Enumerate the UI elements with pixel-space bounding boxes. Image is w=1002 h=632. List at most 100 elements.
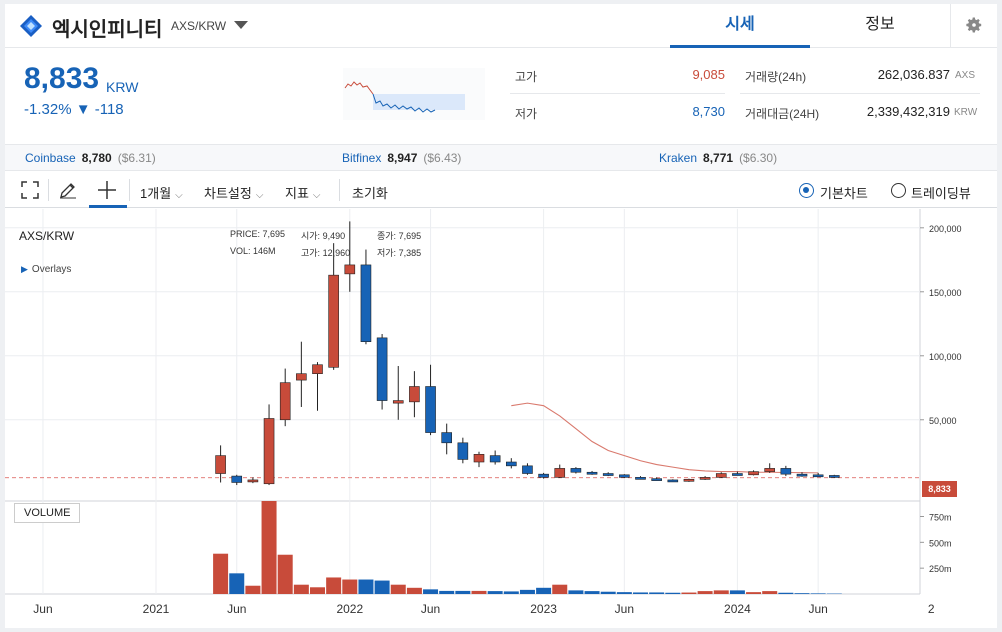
candle-body bbox=[231, 475, 243, 483]
chart-toolbar: 1개월 ⌵ 차트설정 ⌵ 지표 ⌵ 초기화 기본차트 트레이딩뷰 bbox=[5, 170, 997, 208]
x-tick-label: Jun bbox=[421, 602, 440, 616]
settings-button[interactable] bbox=[950, 4, 997, 48]
candle-body bbox=[586, 471, 598, 475]
x-tick-label: Jun bbox=[227, 602, 246, 616]
reset-button[interactable]: 초기화 bbox=[352, 183, 388, 202]
exchange-coinbase[interactable]: Coinbase 8,780 ($6.31) bbox=[25, 151, 156, 165]
price-change: -1.32% ▼ -118 bbox=[24, 101, 124, 118]
tradingview-label[interactable]: 트레이딩뷰 bbox=[911, 183, 971, 202]
volume-bar bbox=[778, 592, 794, 594]
exchange-name: Coinbase bbox=[25, 151, 76, 165]
volume-bar bbox=[229, 573, 245, 594]
moving-average-line bbox=[511, 402, 819, 474]
candle-body bbox=[344, 264, 356, 275]
candle-body bbox=[619, 474, 630, 478]
ohlc-close-label: 종가: bbox=[377, 231, 397, 241]
ohlc-vol-label: VOL: bbox=[230, 246, 251, 256]
ohlc-low-label: 저가: bbox=[377, 248, 397, 258]
vol-tick-label: 500m bbox=[929, 538, 952, 548]
price-chart[interactable]: Jun 2021 Jun 2022 Jun 2023 Jun 2024 Jun 2 200,000 1… bbox=[5, 209, 997, 628]
exchange-price: 8,947 bbox=[387, 151, 418, 165]
candle-body bbox=[360, 264, 372, 343]
candle-body bbox=[263, 418, 275, 485]
vol-tick-label: 250m bbox=[929, 564, 952, 574]
volume-bar bbox=[423, 589, 439, 594]
pencil-icon[interactable] bbox=[59, 181, 77, 199]
volume-pane-label: VOLUME bbox=[14, 503, 81, 523]
volume-bar bbox=[649, 592, 665, 594]
candle-body bbox=[409, 386, 420, 403]
volume-bar bbox=[358, 579, 374, 594]
gear-icon bbox=[966, 17, 982, 33]
volume-bar bbox=[261, 501, 277, 594]
ohlc-volume: VOL: 146M bbox=[230, 246, 276, 256]
volume-bar bbox=[584, 591, 600, 594]
chevron-down-icon: ⌵ bbox=[312, 190, 321, 201]
candle-body bbox=[247, 479, 259, 483]
crosshair-icon[interactable] bbox=[97, 180, 117, 200]
x-tick-label: 2 bbox=[928, 602, 935, 616]
exchange-price: 8,780 bbox=[81, 151, 112, 165]
volume-bar bbox=[600, 591, 616, 594]
ohlc-high: 고가: 12,960 bbox=[301, 246, 350, 259]
exchange-name: Kraken bbox=[659, 151, 698, 165]
candle-body bbox=[538, 473, 549, 478]
volume-bar bbox=[293, 584, 309, 594]
exchange-kraken[interactable]: Kraken 8,771 ($6.30) bbox=[659, 151, 777, 165]
chevron-down-icon[interactable] bbox=[234, 21, 248, 29]
chevron-down-icon: ⌵ bbox=[255, 190, 264, 201]
indicators-menu[interactable]: 지표 ⌵ bbox=[285, 183, 321, 202]
chart-pair-label: AXS/KRW bbox=[19, 229, 75, 243]
stats-divider bbox=[740, 93, 980, 94]
volume-bar bbox=[762, 591, 778, 594]
overlays-toggle[interactable]: ▶ Overlays bbox=[21, 264, 71, 275]
tab-info[interactable]: 정보 bbox=[810, 4, 950, 48]
volume-bar bbox=[616, 592, 632, 594]
volume-bar bbox=[326, 577, 342, 594]
chart-canvas[interactable]: Jun 2021 Jun 2022 Jun 2023 Jun 2024 Jun 2 200,000 1… bbox=[5, 209, 997, 628]
candle-body bbox=[667, 479, 679, 483]
tab-market[interactable]: 시세 bbox=[670, 4, 810, 48]
volume-bar bbox=[568, 590, 584, 594]
volume-bar bbox=[697, 591, 713, 594]
y-tick-label: 150,000 bbox=[929, 288, 962, 298]
candle-body bbox=[570, 468, 582, 473]
chart-settings-menu[interactable]: 차트설정 ⌵ bbox=[204, 183, 263, 202]
ohlc-high-label: 고가: bbox=[301, 248, 321, 258]
candle-body bbox=[279, 382, 291, 421]
exchange-price: 8,771 bbox=[703, 151, 734, 165]
volume-bar bbox=[503, 591, 519, 594]
candle-body bbox=[425, 386, 436, 433]
tradingview-radio[interactable] bbox=[891, 183, 906, 198]
exchange-name: Bitfinex bbox=[342, 151, 382, 165]
x-tick-label: 2024 bbox=[724, 602, 751, 616]
basic-chart-label[interactable]: 기본차트 bbox=[820, 183, 868, 202]
overlays-label: Overlays bbox=[31, 264, 72, 275]
candle-body bbox=[699, 477, 711, 480]
ohlc-close-value: 7,695 bbox=[398, 231, 422, 241]
candle-body bbox=[635, 477, 646, 480]
exchange-usd: ($6.30) bbox=[739, 151, 778, 165]
candle-body bbox=[376, 337, 388, 401]
candle-body bbox=[602, 473, 614, 476]
last-price-tag: 8,833 bbox=[922, 481, 957, 497]
exchange-bitfinex[interactable]: Bitfinex 8,947 ($6.43) bbox=[342, 151, 461, 165]
volume-unit: AXS bbox=[955, 70, 976, 81]
candle-body bbox=[780, 468, 792, 475]
fullscreen-icon[interactable] bbox=[21, 181, 39, 199]
volume-bar bbox=[713, 590, 729, 594]
basic-chart-radio[interactable] bbox=[799, 183, 814, 198]
volume-bar bbox=[810, 593, 826, 594]
ohlc-close: 종가: 7,695 bbox=[377, 229, 421, 242]
ohlc-low: 저가: 7,385 bbox=[377, 246, 421, 259]
indicators-label: 지표 bbox=[285, 186, 309, 201]
volume-bar bbox=[552, 584, 568, 594]
candle-body bbox=[522, 465, 533, 474]
period-select[interactable]: 1개월 ⌵ bbox=[140, 183, 183, 202]
volume-bar bbox=[374, 580, 390, 594]
chevron-down-icon: ⌵ bbox=[175, 190, 183, 201]
ohlc-open-value: 9,490 bbox=[322, 231, 346, 241]
change-amount: ▼ -118 bbox=[75, 101, 124, 118]
volume-bar bbox=[406, 587, 422, 594]
x-tick-label: 2021 bbox=[143, 602, 170, 616]
